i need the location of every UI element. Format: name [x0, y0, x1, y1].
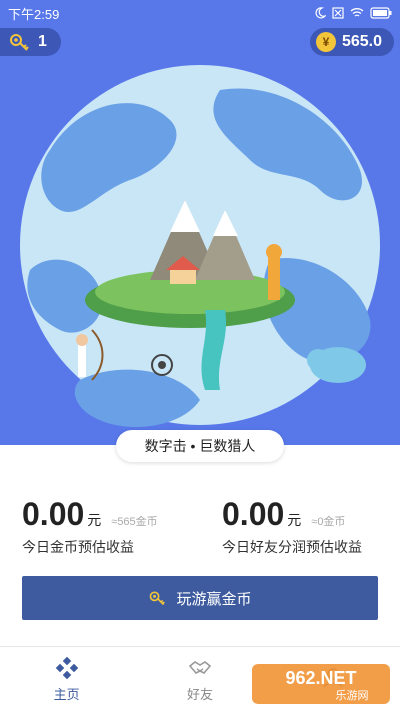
tab-home[interactable]: 主页 — [0, 647, 133, 711]
status-bar: 下午2:59 — [0, 0, 400, 26]
site-watermark: 962.NET 乐游网 — [252, 664, 390, 704]
today-label: 今日金币预估收益 — [22, 539, 134, 555]
friends-earnings: 0.00 元 ≈0金币 今日好友分润预估收益 — [222, 496, 400, 557]
coin-balance[interactable]: ¥ 565.0 — [309, 28, 394, 56]
today-earnings: 0.00 元 ≈565金币 今日金币预估收益 — [22, 496, 202, 557]
today-unit: 元 — [87, 512, 102, 528]
tab-friends[interactable]: 好友 — [133, 647, 266, 711]
keys-count: 1 — [38, 33, 47, 50]
status-time: 下午2:59 — [8, 6, 60, 22]
coin-icon: ¥ — [315, 32, 336, 52]
hero-banner: 下午2:59 1 ¥ 565.0 — [0, 0, 400, 445]
today-amount: 0.00 — [22, 496, 85, 532]
handshake-icon — [188, 660, 212, 674]
friends-amount: 0.00 — [222, 496, 285, 532]
key-icon — [10, 34, 29, 51]
friends-approx-coins: ≈0金币 — [311, 516, 346, 528]
tab-friends-label: 好友 — [186, 686, 213, 702]
keys-counter[interactable]: 1 — [0, 28, 61, 56]
wifi-icon — [350, 8, 364, 17]
play-button-label: 玩游赢金币 — [176, 590, 252, 608]
moon-icon — [315, 7, 326, 19]
tab-home-label: 主页 — [53, 686, 80, 702]
friends-unit: 元 — [287, 512, 302, 528]
coin-amount: 565.0 — [341, 33, 382, 50]
friends-label: 今日好友分润预估收益 — [222, 539, 362, 555]
today-approx-coins: ≈565金币 — [111, 516, 158, 528]
key-icon — [150, 591, 166, 606]
home-icon — [55, 656, 78, 679]
battery-icon — [370, 7, 392, 19]
watermark-text: 962.NET — [285, 668, 356, 688]
game-title-banner[interactable]: 数字击 • 巨数猎人 — [116, 430, 284, 462]
play-to-win-button[interactable]: 玩游赢金币 — [22, 576, 378, 620]
watermark-subtext: 乐游网 — [336, 689, 369, 702]
globe-illustration — [20, 65, 380, 427]
status-icons — [314, 7, 392, 19]
notification-off-icon — [332, 7, 344, 19]
